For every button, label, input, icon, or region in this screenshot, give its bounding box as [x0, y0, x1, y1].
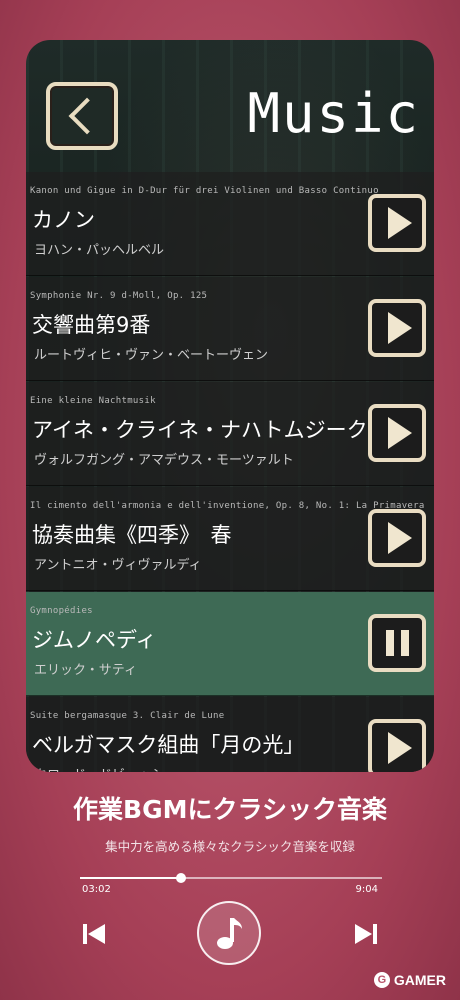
play-button[interactable] — [368, 404, 426, 462]
track-composer: ヴォルフガング・アマデウス・モーツァルト — [34, 453, 294, 468]
skip-next-icon — [355, 924, 377, 944]
previous-button[interactable] — [80, 920, 108, 948]
music-note-icon — [217, 918, 242, 949]
track-original-title: Eine kleine Nachtmusik — [30, 396, 156, 406]
total-time: 9:04 — [355, 884, 378, 895]
header: Music — [26, 40, 434, 180]
chevron-left-icon — [68, 97, 106, 135]
track-row[interactable]: Symphonie Nr. 9 d-Moll, Op. 125 交響曲第9番ルート… — [26, 277, 434, 381]
play-button[interactable] — [368, 299, 426, 357]
next-button[interactable] — [352, 920, 380, 948]
play-icon — [388, 417, 412, 449]
promo-headline: 作業BGMにクラシック音楽 — [73, 795, 387, 824]
play-icon — [388, 312, 412, 344]
play-button[interactable] — [368, 509, 426, 567]
phone-screen: Music Kanon und Gigue in D-Dur für drei … — [26, 40, 434, 772]
track-composer: エリック・サティ — [34, 663, 137, 678]
track-composer: ヨハン・パッヘルベル — [34, 243, 165, 258]
track-row[interactable]: Il cimento dell'armonia e dell'invention… — [26, 487, 434, 591]
play-button[interactable] — [368, 194, 426, 252]
play-button[interactable] — [368, 719, 426, 772]
track-title: 交響曲第9番 — [32, 313, 151, 337]
track-row[interactable]: Gymnopédies ジムノペディエリック・サティ — [26, 592, 434, 696]
play-icon — [388, 207, 412, 239]
track-title: カノン — [32, 208, 95, 232]
play-icon — [388, 732, 412, 764]
track-title: ベルガマスク組曲「月の光」 — [32, 733, 305, 757]
track-row[interactable]: Eine kleine Nachtmusik アイネ・クライネ・ナハトムジークヴォ… — [26, 382, 434, 486]
skip-previous-icon — [83, 924, 105, 944]
track-title: ジムノペディ — [32, 628, 157, 652]
pause-icon — [385, 630, 409, 656]
track-title: アイネ・クライネ・ナハトムジーク — [32, 418, 368, 442]
back-button[interactable] — [46, 82, 118, 150]
progress-bar[interactable] — [80, 873, 382, 883]
track-composer: クロード・ドビュッシー — [34, 764, 177, 772]
track-composer: ルートヴィヒ・ヴァン・ベートーヴェン — [34, 348, 269, 363]
gamer-watermark: G GAMER — [373, 972, 446, 988]
track-original-title: Gymnopédies — [30, 606, 93, 616]
watermark-text: GAMER — [393, 972, 446, 988]
track-original-title: Symphonie Nr. 9 d-Moll, Op. 125 — [30, 291, 208, 301]
play-icon — [388, 522, 412, 554]
track-original-title: Il cimento dell'armonia e dell'invention… — [30, 501, 425, 511]
track-title: 協奏曲集《四季》 春 — [32, 523, 232, 547]
track-original-title: Suite bergamasque 3. Clair de Lune — [30, 711, 225, 721]
progress-fill — [80, 877, 182, 879]
page-title: Music — [247, 82, 420, 145]
play-toggle-button[interactable] — [197, 901, 261, 965]
track-row[interactable]: Kanon und Gigue in D-Dur für drei Violin… — [26, 172, 434, 276]
promo-subline: 集中力を高める様々なクラシック音楽を収録 — [105, 839, 355, 854]
track-composer: アントニオ・ヴィヴァルディ — [34, 558, 202, 573]
track-original-title: Kanon und Gigue in D-Dur für drei Violin… — [30, 186, 379, 196]
current-time: 03:02 — [82, 884, 111, 895]
pause-button[interactable] — [368, 614, 426, 672]
gamer-logo-icon: G — [373, 972, 390, 988]
track-row[interactable]: Suite bergamasque 3. Clair de Lune ベルガマスク… — [26, 697, 434, 772]
